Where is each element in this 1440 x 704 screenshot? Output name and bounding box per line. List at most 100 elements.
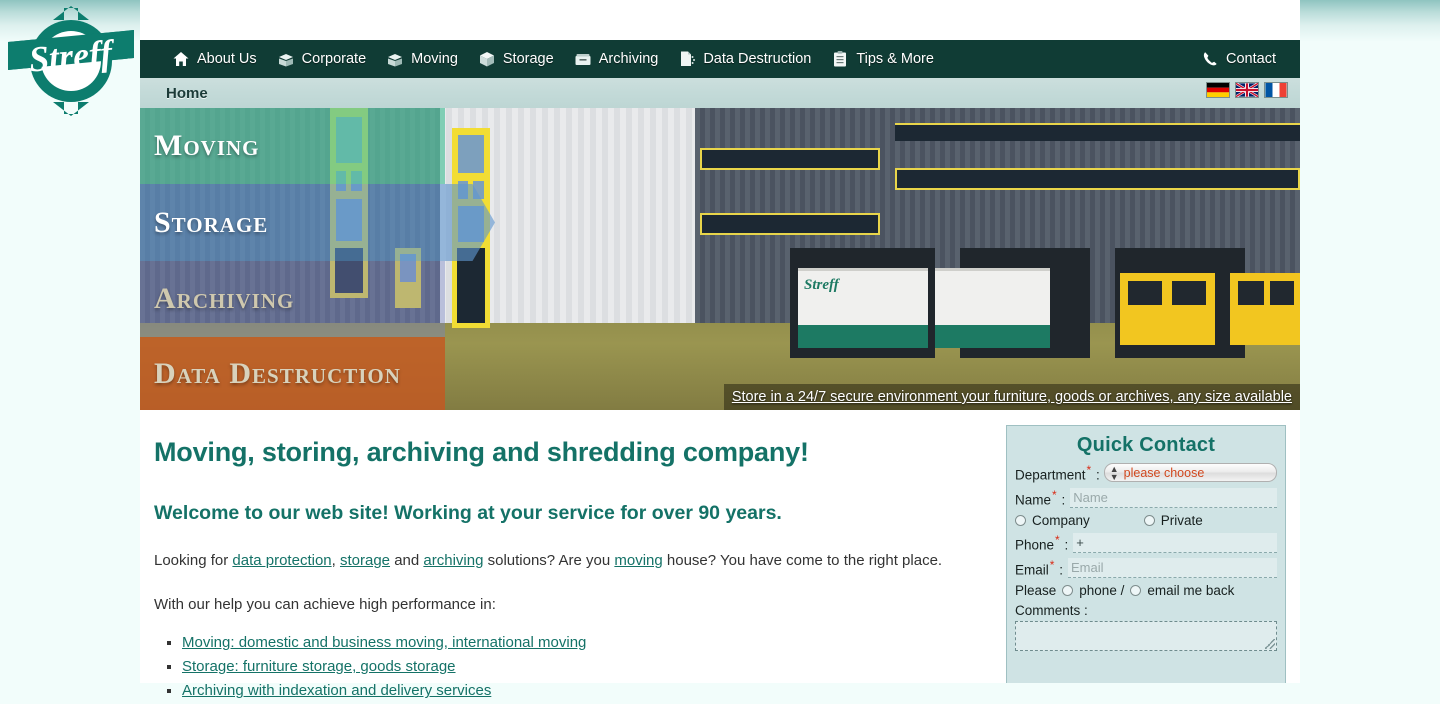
flag-fr-icon[interactable] xyxy=(1264,82,1288,98)
archive-box-icon xyxy=(574,50,592,68)
closed-box-icon xyxy=(478,50,496,68)
customer-type-row: Company Private xyxy=(1007,513,1285,528)
link-service-archiving[interactable]: Archiving with indexation and delivery s… xyxy=(182,682,491,699)
flag-en-icon[interactable] xyxy=(1235,82,1259,98)
comments-textarea[interactable] xyxy=(1015,620,1277,651)
intro-paragraph: Looking for data protection, storage and… xyxy=(154,550,974,573)
hero-strip-label: Archiving xyxy=(154,282,295,315)
truck-stripe xyxy=(798,324,928,348)
hero-strip-label: Data Destruction xyxy=(154,356,401,390)
radio-company[interactable] xyxy=(1015,514,1026,526)
hero-caption-text: Store in a 24/7 secure environment your … xyxy=(731,389,1292,405)
nav-label: About Us xyxy=(197,51,257,67)
open-box-icon xyxy=(386,50,404,68)
nav-label: Archiving xyxy=(598,51,659,67)
flag-de-icon[interactable] xyxy=(1206,82,1230,98)
open-box-icon xyxy=(277,50,295,68)
nav-item-about-us[interactable]: About Us xyxy=(162,40,267,78)
nav-label: Moving xyxy=(411,51,458,67)
services-list: Moving: domestic and business moving, in… xyxy=(154,631,974,704)
hero-banner: Streff Moving Storage Archiving Data Des… xyxy=(140,108,1300,410)
intro-text-5: house? You have come to the right place. xyxy=(662,551,943,569)
company-label: Company xyxy=(1032,512,1090,528)
window-band xyxy=(895,123,1300,141)
hero-strip-archiving[interactable]: Archiving xyxy=(140,261,445,337)
name-row: Name* : xyxy=(1007,487,1285,508)
quick-contact-title: Quick Contact xyxy=(1076,434,1216,456)
link-data-protection[interactable]: data protection xyxy=(232,552,331,569)
page-subtitle: Welcome to our web site! Working at your… xyxy=(154,501,782,524)
link-archiving[interactable]: archiving xyxy=(423,552,483,569)
radio-private[interactable] xyxy=(1143,514,1155,526)
resize-handle-icon[interactable] xyxy=(1265,638,1275,649)
required-mark: * xyxy=(1052,487,1057,502)
breadcrumb-home[interactable]: Home xyxy=(166,85,208,102)
home-icon xyxy=(172,50,190,68)
hero-strip-label: Storage xyxy=(154,205,269,239)
phone-input[interactable] xyxy=(1073,532,1277,553)
page-title: Moving, storing, archiving and shredding… xyxy=(154,437,809,467)
nav-label: Data Destruction xyxy=(703,51,812,67)
please-label: Please xyxy=(1015,582,1057,598)
email-label: Email* : xyxy=(1015,557,1063,578)
link-storage[interactable]: storage xyxy=(340,552,390,569)
required-mark: * xyxy=(1055,532,1060,547)
list-item: Storage: furniture storage, goods storag… xyxy=(182,655,974,679)
radio-phone-back[interactable] xyxy=(1062,584,1074,596)
nav-item-data-destruction[interactable]: Data Destruction xyxy=(668,40,821,78)
required-mark: * xyxy=(1086,463,1092,477)
clipboard-icon xyxy=(831,50,849,68)
hero-strip-label: Moving xyxy=(154,129,260,162)
breadcrumb-bar: Home xyxy=(140,78,1300,108)
hero-strip-moving[interactable]: Moving xyxy=(140,108,445,184)
yellow-truck xyxy=(1120,273,1215,345)
main-navigation: About Us Corporate Moving Storage Archiv… xyxy=(140,40,1300,78)
phone-row: Phone* : xyxy=(1007,532,1285,553)
shredded-document-icon xyxy=(678,50,696,68)
hero-caption[interactable]: Store in a 24/7 secure environment your … xyxy=(723,384,1300,410)
streff-truck: Streff xyxy=(798,268,928,348)
name-input[interactable] xyxy=(1070,487,1277,508)
nav-label: Contact xyxy=(1226,51,1276,67)
link-service-storage[interactable]: Storage: furniture storage, goods storag… xyxy=(182,658,456,675)
list-item: Moving: domestic and business moving, in… xyxy=(182,631,974,655)
truck-logo-text: Streff xyxy=(804,277,839,293)
nav-item-archiving[interactable]: Archiving xyxy=(564,40,669,78)
phone-icon xyxy=(1201,50,1219,68)
main-content: Moving, storing, archiving and shredding… xyxy=(154,432,974,704)
spinner-arrows-icon: ▲ ▼ xyxy=(1109,463,1119,482)
hero-strip-data-destruction[interactable]: Data Destruction xyxy=(140,337,445,410)
comments-label: Comments : xyxy=(1015,602,1088,618)
nav-item-moving[interactable]: Moving xyxy=(376,40,468,78)
link-service-moving[interactable]: Moving: domestic and business moving, in… xyxy=(182,634,586,651)
hero-category-strips: Moving Storage Archiving Data Destructio… xyxy=(140,108,445,410)
nav-item-corporate[interactable]: Corporate xyxy=(267,40,376,78)
nav-item-storage[interactable]: Storage xyxy=(468,40,564,78)
window xyxy=(457,134,485,174)
department-select[interactable]: ▲ ▼ please choose xyxy=(1103,463,1277,483)
intro-text-1: Looking for xyxy=(154,551,233,569)
lead-in-paragraph: With our help you can achieve high perfo… xyxy=(154,596,496,614)
private-label: Private xyxy=(1160,512,1203,528)
radio-email-back[interactable] xyxy=(1130,584,1142,596)
nav-label: Storage xyxy=(502,51,554,67)
phone-label: Phone* : xyxy=(1015,532,1069,553)
language-switcher xyxy=(1206,82,1288,98)
link-moving[interactable]: moving xyxy=(614,552,662,569)
svg-text:Streff: Streff xyxy=(27,32,117,79)
name-label: Name* : xyxy=(1015,487,1066,508)
streff-compass-logo[interactable]: Streff xyxy=(4,6,138,116)
department-label: Department* : xyxy=(1015,463,1100,483)
yellow-truck xyxy=(1230,273,1300,345)
email-input[interactable] xyxy=(1067,557,1277,578)
required-mark: * xyxy=(1049,557,1055,572)
email-back-label: email me back xyxy=(1147,582,1235,598)
intro-text-4: solutions? Are you xyxy=(483,551,615,569)
hero-strip-storage[interactable]: Storage xyxy=(140,184,445,261)
nav-label: Corporate xyxy=(301,51,367,67)
window-band xyxy=(700,148,880,170)
streff-truck-2 xyxy=(935,268,1050,348)
nav-item-tips-and-more[interactable]: Tips & More xyxy=(821,40,944,78)
department-row: Department* : ▲ ▼ please choose xyxy=(1007,463,1285,483)
nav-item-contact[interactable]: Contact xyxy=(1191,40,1286,78)
